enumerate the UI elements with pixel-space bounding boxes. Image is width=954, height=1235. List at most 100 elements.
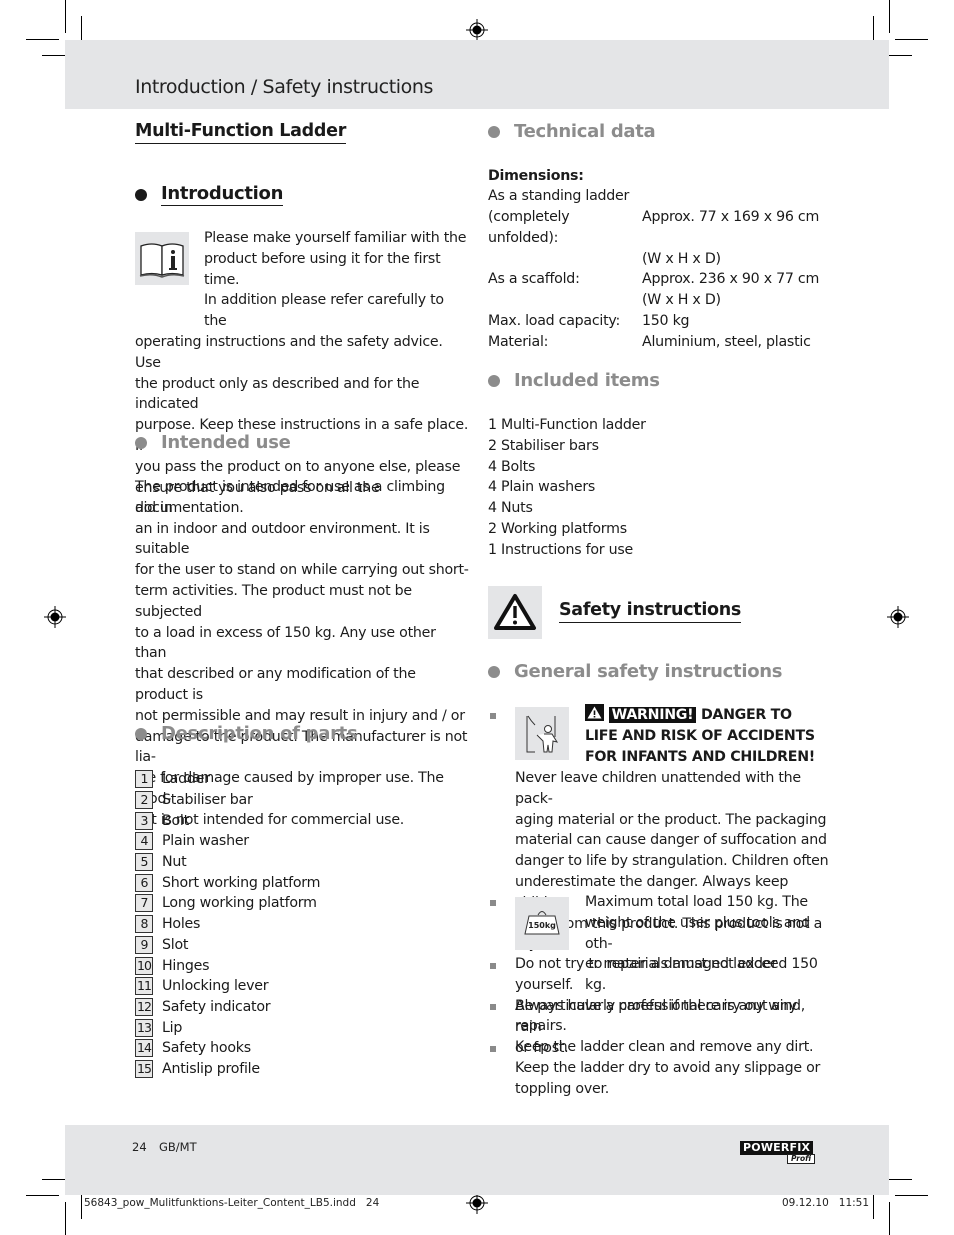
part-item: 1 Ladder	[135, 769, 320, 790]
text-line: The product is intended for use as a cli…	[135, 479, 445, 516]
intended-use-heading-label: Intended use	[161, 432, 291, 453]
part-item: 2 Stabiliser bar	[135, 790, 320, 811]
included-item: 4 Nuts	[488, 500, 533, 517]
registration-mark-icon	[466, 1192, 488, 1214]
part-item: 3 Bolt	[135, 810, 320, 831]
included-items-list: 1 Multi-Function ladder 2 Stabiliser bar…	[488, 415, 646, 561]
part-number: 14	[135, 1039, 153, 1058]
introduction-heading: Introduction	[135, 183, 283, 206]
included-item: 2 Stabiliser bars	[488, 437, 599, 454]
part-number: 12	[135, 997, 153, 1016]
part-label: Nut	[162, 854, 187, 871]
bullet-dot-icon	[135, 188, 147, 201]
tech-key: Material:	[488, 333, 549, 350]
part-label: Ladder	[162, 771, 210, 788]
powerfix-logo: POWERFIX Profi	[740, 1141, 822, 1165]
part-number: 11	[135, 977, 153, 996]
included-item: 2 Working platforms	[488, 520, 627, 537]
tech-value: (W x H x D)	[642, 250, 721, 267]
part-item: 5 Nut	[135, 852, 320, 873]
included-items-heading: Included items	[488, 370, 660, 391]
text-line: an in indoor and outdoor environment. It…	[135, 520, 430, 558]
text-line: danger to life by strangulation. Childre…	[515, 853, 829, 870]
text-line: Do not try to repair a damaged ladder yo…	[515, 956, 777, 993]
tech-value: Approx. 236 x 90 x 77 cm	[642, 271, 820, 288]
tech-value: (W x H x D)	[642, 292, 721, 309]
part-item: 14 Safety hooks	[135, 1038, 320, 1059]
part-number: 5	[135, 853, 153, 872]
standing-ladder-label: As a standing ladder	[488, 188, 630, 204]
tech-row: As a scaffold: Approx. 236 x 90 x 77 cm	[488, 269, 819, 290]
crop-mark	[889, 0, 890, 33]
included-items-heading-label: Included items	[514, 370, 660, 391]
part-item: 11 Unlocking lever	[135, 976, 320, 997]
general-safety-heading-label: General safety instructions	[514, 661, 783, 682]
text-line: the product only as described and for th…	[135, 375, 420, 413]
tech-value: 150 kg	[642, 312, 690, 329]
part-label: Safety hooks	[162, 1040, 251, 1057]
warning-title-text: DANGER TO	[700, 707, 792, 723]
part-label: Bolt	[162, 812, 189, 829]
dimensions-label: Dimensions:	[488, 168, 584, 184]
tech-value: Approx. 77 x 169 x 96 cm	[642, 209, 820, 225]
part-number: 9	[135, 935, 153, 954]
technical-data-heading-label: Technical data	[514, 121, 656, 142]
text-line: Never leave children unattended with the…	[515, 770, 801, 807]
part-number: 4	[135, 832, 153, 851]
text-line: Keep the ladder clean and remove any dir…	[515, 1039, 814, 1055]
part-number: 7	[135, 894, 153, 913]
crop-mark	[873, 1191, 874, 1219]
text-line: In addition please refer carefully to th…	[204, 292, 444, 330]
crop-mark	[81, 1191, 82, 1219]
text-line: material can cause danger of suffocation…	[515, 832, 827, 849]
part-item: 7 Long working platform	[135, 893, 320, 914]
locale-code: GB/MT	[159, 1140, 197, 1154]
file-name: 56843_pow_Mulitfunktions-Leiter_Content_…	[84, 1197, 380, 1209]
introduction-heading-label: Introduction	[161, 183, 284, 206]
crop-mark	[895, 1195, 928, 1196]
warning-triangle-icon	[488, 586, 542, 639]
tech-row: (W x H x D)	[488, 249, 819, 270]
part-label: Hinges	[162, 957, 210, 974]
crop-mark	[889, 1202, 890, 1235]
tech-key: As a scaffold:	[488, 271, 580, 288]
text-line: that described or any modification of th…	[135, 666, 416, 703]
tech-row: (completely unfolded): Approx. 77 x 169 x…	[488, 207, 819, 249]
part-number: 13	[135, 1018, 153, 1037]
registration-mark-icon	[887, 606, 909, 628]
part-label: Long working platform	[162, 895, 317, 912]
text-line: Keep the ladder dry to avoid any slippag…	[515, 1059, 821, 1076]
bullet-dot-icon	[488, 374, 500, 387]
tech-value: Aluminium, steel, plastic	[642, 333, 811, 350]
warning-title: WARNING! DANGER TO LIFE AND RISK OF ACCI…	[585, 704, 830, 768]
square-bullet-icon	[490, 963, 496, 969]
included-item: 1 Multi-Function ladder	[488, 417, 646, 433]
part-number: 1	[135, 770, 153, 789]
page-number: 24	[132, 1140, 147, 1154]
part-item: 4 Plain washer	[135, 831, 320, 852]
text-line: product before using it for the first ti…	[204, 250, 441, 288]
part-item: 6 Short working platform	[135, 872, 320, 893]
warning-small-icon	[585, 704, 604, 721]
text-line: Be particularly careful if there is any …	[515, 998, 806, 1035]
bullet-dot-icon	[135, 436, 147, 449]
part-number: 6	[135, 873, 153, 892]
part-number: 15	[135, 1059, 153, 1078]
part-number: 10	[135, 956, 153, 975]
bullet-dot-icon	[135, 727, 147, 740]
part-label: Short working platform	[162, 874, 321, 891]
part-number: 8	[135, 915, 153, 934]
part-number: 3	[135, 811, 153, 830]
part-label: Safety indicator	[162, 998, 271, 1015]
part-item: 15 Antislip profile	[135, 1059, 320, 1080]
part-item: 12 Safety indicator	[135, 997, 320, 1018]
part-item: 9 Slot	[135, 935, 320, 956]
general-safety-heading: General safety instructions	[488, 661, 783, 682]
technical-data-table: (completely unfolded): Approx. 77 x 169 x…	[488, 207, 819, 353]
registration-mark-icon	[466, 19, 488, 41]
tech-key: Max. load capacity:	[488, 312, 621, 329]
bullet-dot-icon	[488, 125, 500, 138]
crop-mark	[895, 39, 928, 40]
crop-mark	[26, 39, 59, 40]
part-label: Plain washer	[162, 833, 249, 850]
